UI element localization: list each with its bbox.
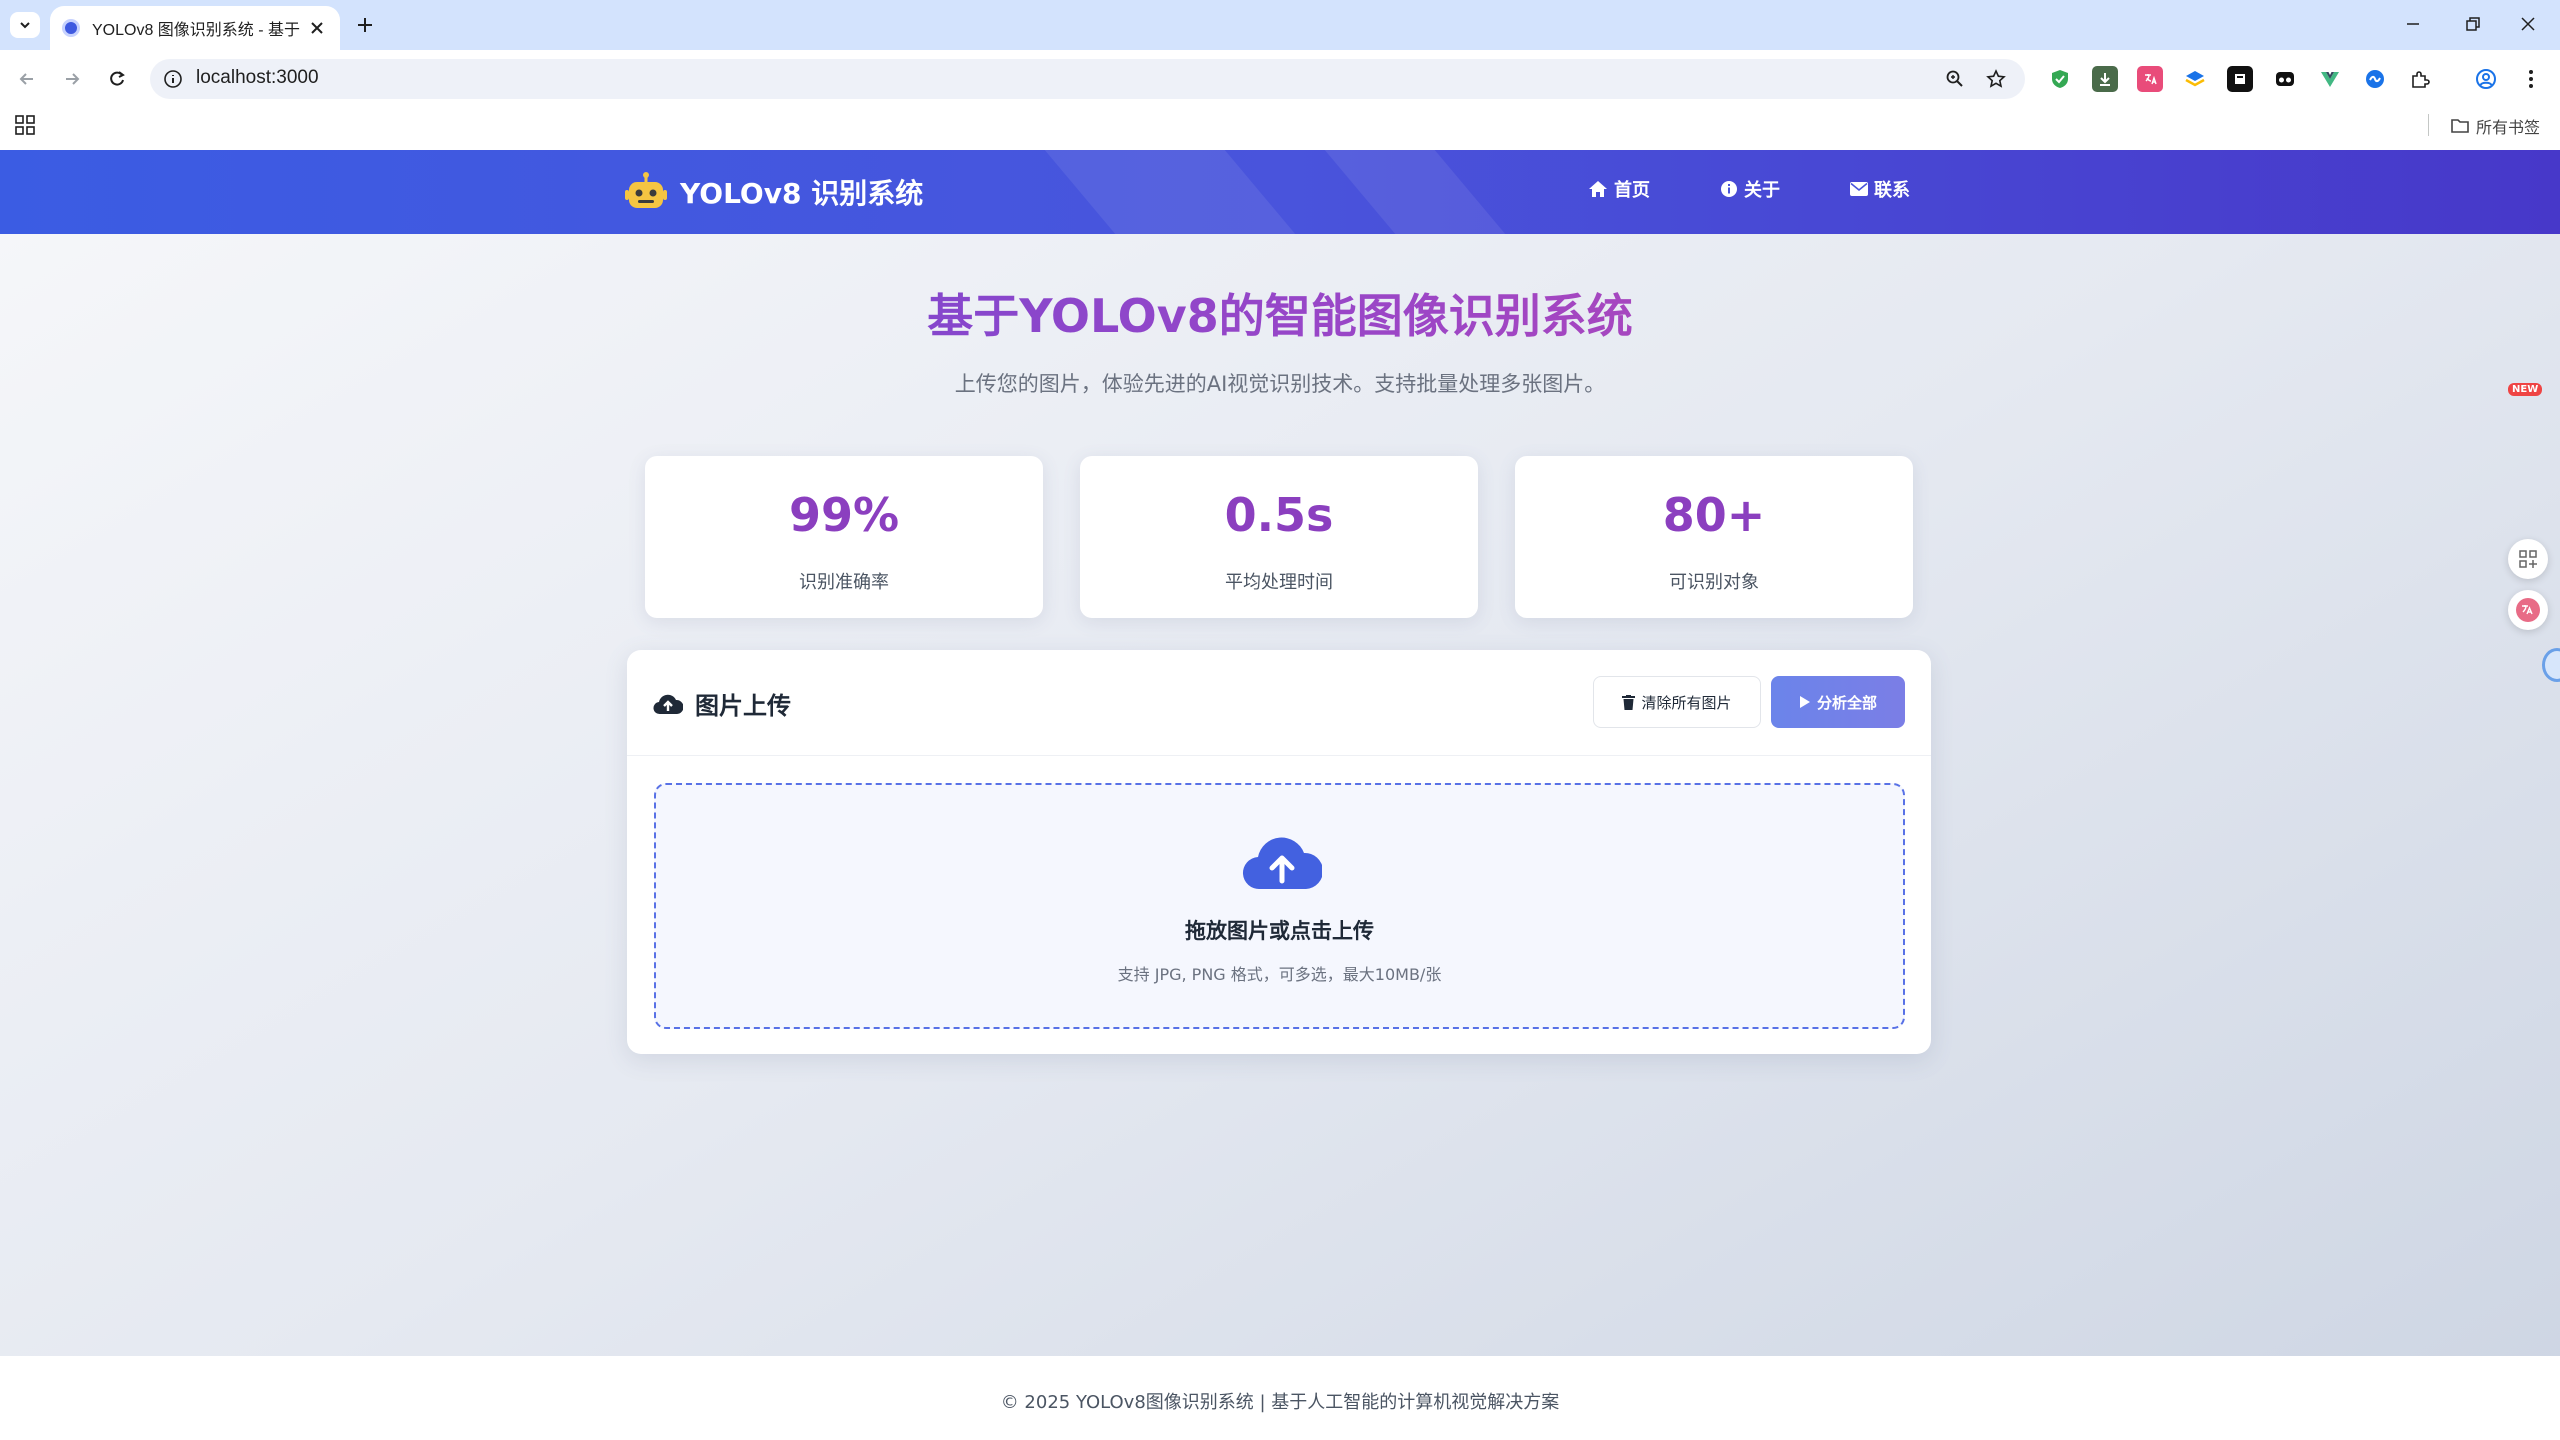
analyze-all-button[interactable]: 分析全部	[1771, 676, 1905, 728]
stat-label: 平均处理时间	[1225, 572, 1333, 593]
footer-text: © 2025 YOLOv8图像识别系统 | 基于人工智能的计算机视觉解决方案	[1000, 1392, 1560, 1413]
puzzle-extensions-icon[interactable]	[2407, 66, 2433, 92]
hero-title: 基于YOLOv8的智能图像识别系统	[0, 280, 2560, 346]
nav-home[interactable]: 首页	[1588, 176, 1650, 202]
translate-icon	[2516, 598, 2540, 622]
chevron-down-icon	[20, 22, 30, 29]
incognito-extension-icon[interactable]	[2272, 66, 2298, 92]
all-bookmarks-label: 所有书签	[2476, 120, 2541, 137]
upload-title-label: 图片上传	[695, 692, 791, 720]
envelope-icon	[1850, 182, 1868, 196]
tab-title: YOLOv8 图像识别系统 - 基于A	[92, 22, 300, 39]
back-button[interactable]	[10, 62, 44, 96]
folder-icon	[2451, 119, 2469, 133]
new-badge: NEW	[2508, 383, 2543, 396]
zoom-icon[interactable]	[1942, 66, 1968, 92]
tab-close-icon[interactable]	[306, 17, 328, 39]
bookmark-star-icon[interactable]	[1983, 66, 2009, 92]
grid-plus-icon	[2519, 550, 2537, 568]
info-icon	[1721, 181, 1737, 197]
site-logo[interactable]: YOLOv8 识别系统	[624, 168, 923, 216]
reload-icon	[110, 71, 125, 86]
side-tool-button[interactable]	[2508, 539, 2548, 579]
nav-about[interactable]: 关于	[1720, 176, 1780, 202]
stat-value: 99%	[788, 488, 900, 542]
download-extension-icon[interactable]	[2092, 66, 2118, 92]
stat-label: 识别准确率	[799, 572, 889, 593]
dropzone-title: 拖放图片或点击上传	[1185, 919, 1374, 943]
site-info-icon[interactable]	[163, 69, 183, 89]
close-window-button[interactable]	[2500, 8, 2556, 40]
nav-contact-label: 联系	[1874, 180, 1910, 201]
nav-home-label: 首页	[1614, 180, 1650, 201]
all-bookmarks-button[interactable]: 所有书签	[2450, 114, 2540, 138]
new-tab-button[interactable]	[352, 12, 378, 38]
site-nav: 首页 关于 联系	[1588, 176, 1910, 202]
stat-card-speed: 0.5s 平均处理时间	[1080, 456, 1478, 618]
cloud-upload-icon	[653, 694, 683, 714]
stat-card-objects: 80+ 可识别对象	[1515, 456, 1913, 618]
hero-subtitle: 上传您的图片，体验先进的AI视觉识别技术。支持批量处理多张图片。	[954, 372, 1606, 396]
forward-button[interactable]	[55, 62, 89, 96]
tab-list-button[interactable]	[10, 12, 40, 38]
minimize-button[interactable]	[2385, 8, 2441, 40]
analyze-all-label: 分析全部	[1816, 693, 1877, 712]
restore-button[interactable]	[2445, 8, 2501, 40]
upload-card-header: 图片上传 清除所有图片 分析全部	[627, 650, 1931, 756]
side-translate-button[interactable]	[2508, 590, 2548, 630]
home-icon	[1589, 181, 1607, 197]
header-decoration	[1044, 150, 1296, 234]
profile-icon[interactable]	[2473, 66, 2499, 92]
site-footer: © 2025 YOLOv8图像识别系统 | 基于人工智能的计算机视觉解决方案	[0, 1356, 2560, 1440]
layers-extension-icon[interactable]	[2182, 66, 2208, 92]
address-bar[interactable]	[150, 59, 2025, 99]
cloud-upload-icon	[1243, 837, 1322, 890]
browser-tab-active[interactable]: YOLOv8 图像识别系统 - 基于A	[50, 6, 340, 50]
restore-icon	[2466, 17, 2480, 31]
play-icon	[1799, 696, 1810, 708]
close-icon	[2521, 17, 2535, 31]
dropzone-hint: 支持 JPG, PNG 格式，可多选，最大10MB/张	[1117, 965, 1442, 984]
clear-all-label: 清除所有图片	[1641, 693, 1732, 712]
header-decoration	[1324, 150, 1506, 234]
robot-icon	[625, 172, 667, 208]
stat-value: 0.5s	[1224, 488, 1334, 542]
stat-value: 80+	[1662, 488, 1766, 542]
translate-extension-icon[interactable]	[2137, 66, 2163, 92]
logo-text: YOLOv8 识别系统	[680, 177, 924, 210]
minimize-icon	[2407, 23, 2419, 25]
upload-dropzone[interactable]: 拖放图片或点击上传 支持 JPG, PNG 格式，可多选，最大10MB/张	[654, 783, 1905, 1029]
arrow-right-icon	[66, 73, 80, 85]
upload-card: 图片上传 清除所有图片 分析全部 拖放图片或点击上传 支持 JPG, PNG 格…	[627, 650, 1931, 1054]
bookmarks-bar	[0, 108, 2560, 150]
site-favicon-icon	[62, 19, 80, 37]
stat-label: 可识别对象	[1669, 572, 1759, 593]
browser-tabstrip	[0, 0, 2560, 50]
trash-icon	[1622, 694, 1636, 710]
upload-title: 图片上传	[653, 686, 791, 721]
shield-extension-icon[interactable]	[2047, 66, 2073, 92]
reload-button[interactable]	[100, 62, 134, 96]
vue-devtools-icon[interactable]	[2317, 66, 2343, 92]
stat-card-accuracy: 99% 识别准确率	[645, 456, 1043, 618]
plus-icon	[358, 18, 372, 32]
page-content: YOLOv8 识别系统 首页 关于 联系 基于YOLOv8的智能图像识别系统 上…	[0, 150, 2560, 1440]
arrow-left-icon	[19, 73, 33, 85]
apps-grid-icon[interactable]	[14, 114, 36, 136]
nav-about-label: 关于	[1744, 180, 1780, 201]
address-url[interactable]: localhost:3000	[196, 67, 319, 89]
nav-contact[interactable]: 联系	[1850, 176, 1910, 202]
blue-circle-extension-icon[interactable]	[2362, 66, 2388, 92]
site-header: YOLOv8 识别系统 首页 关于 联系	[0, 150, 2560, 234]
clear-all-button[interactable]: 清除所有图片	[1593, 676, 1761, 728]
menu-kebab-icon[interactable]	[2518, 66, 2544, 92]
notion-extension-icon[interactable]	[2227, 66, 2253, 92]
bookmarks-separator	[2428, 114, 2429, 136]
